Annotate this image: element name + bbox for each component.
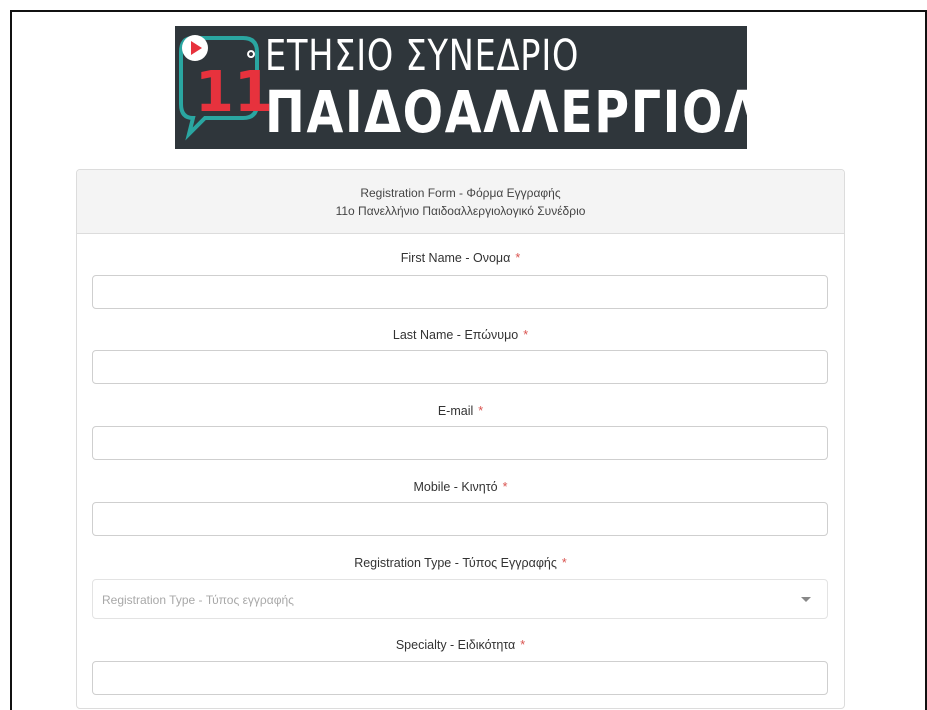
email-label: E-mail * bbox=[437, 404, 484, 418]
registration-form: Registration Form - Φόρμα Εγγραφής 11ο Π… bbox=[76, 169, 845, 709]
registration-type-label: Registration Type - Τύπος Εγγραφής * bbox=[354, 556, 567, 570]
form-subtitle: 11ο Πανελλήνιο Παιδοαλλεργιολογικό Συνέδ… bbox=[335, 204, 586, 218]
required-mark: * bbox=[502, 480, 508, 494]
banner-number: 11 bbox=[195, 60, 273, 125]
banner-title-line1: ΕΤΗΣΙΟ ΣΥΝΕΔΡΙΟ bbox=[265, 31, 580, 81]
registration-type-select[interactable]: Registration Type - Τύπος εγγραφής bbox=[92, 579, 828, 619]
banner-degree: ° bbox=[245, 46, 257, 74]
form-title: Registration Form - Φόρμα Εγγραφής bbox=[360, 186, 561, 200]
specialty-label: Specialty - Ειδικότητα * bbox=[395, 638, 526, 652]
required-mark: * bbox=[478, 404, 484, 418]
last-name-label: Last Name - Επώνυμο * bbox=[392, 328, 529, 342]
mobile-input[interactable] bbox=[92, 502, 828, 536]
registration-type-placeholder: Registration Type - Τύπος εγγραφής bbox=[102, 593, 294, 607]
required-mark: * bbox=[561, 556, 567, 570]
required-mark: * bbox=[523, 328, 529, 342]
banner-title-line2: ΠΑΙΔΟΑΛΛΕΡΓΙΟΛΟΓΙΑΣ bbox=[265, 78, 747, 146]
required-mark: * bbox=[515, 251, 521, 265]
form-header: Registration Form - Φόρμα Εγγραφής 11ο Π… bbox=[77, 170, 844, 234]
specialty-input[interactable] bbox=[92, 661, 828, 695]
mobile-label: Mobile - Κινητό * bbox=[413, 480, 508, 494]
conference-banner: 11 ° ΕΤΗΣΙΟ ΣΥΝΕΔΡΙΟ ΠΑΙΔΟΑΛΛΕΡΓΙΟΛΟΓΙΑΣ bbox=[175, 26, 747, 149]
first-name-input[interactable] bbox=[92, 275, 828, 309]
first-name-label: First Name - Ονομα * bbox=[400, 251, 521, 265]
last-name-input[interactable] bbox=[92, 350, 828, 384]
chevron-down-icon[interactable] bbox=[801, 597, 811, 602]
email-input[interactable] bbox=[92, 426, 828, 460]
required-mark: * bbox=[520, 638, 526, 652]
